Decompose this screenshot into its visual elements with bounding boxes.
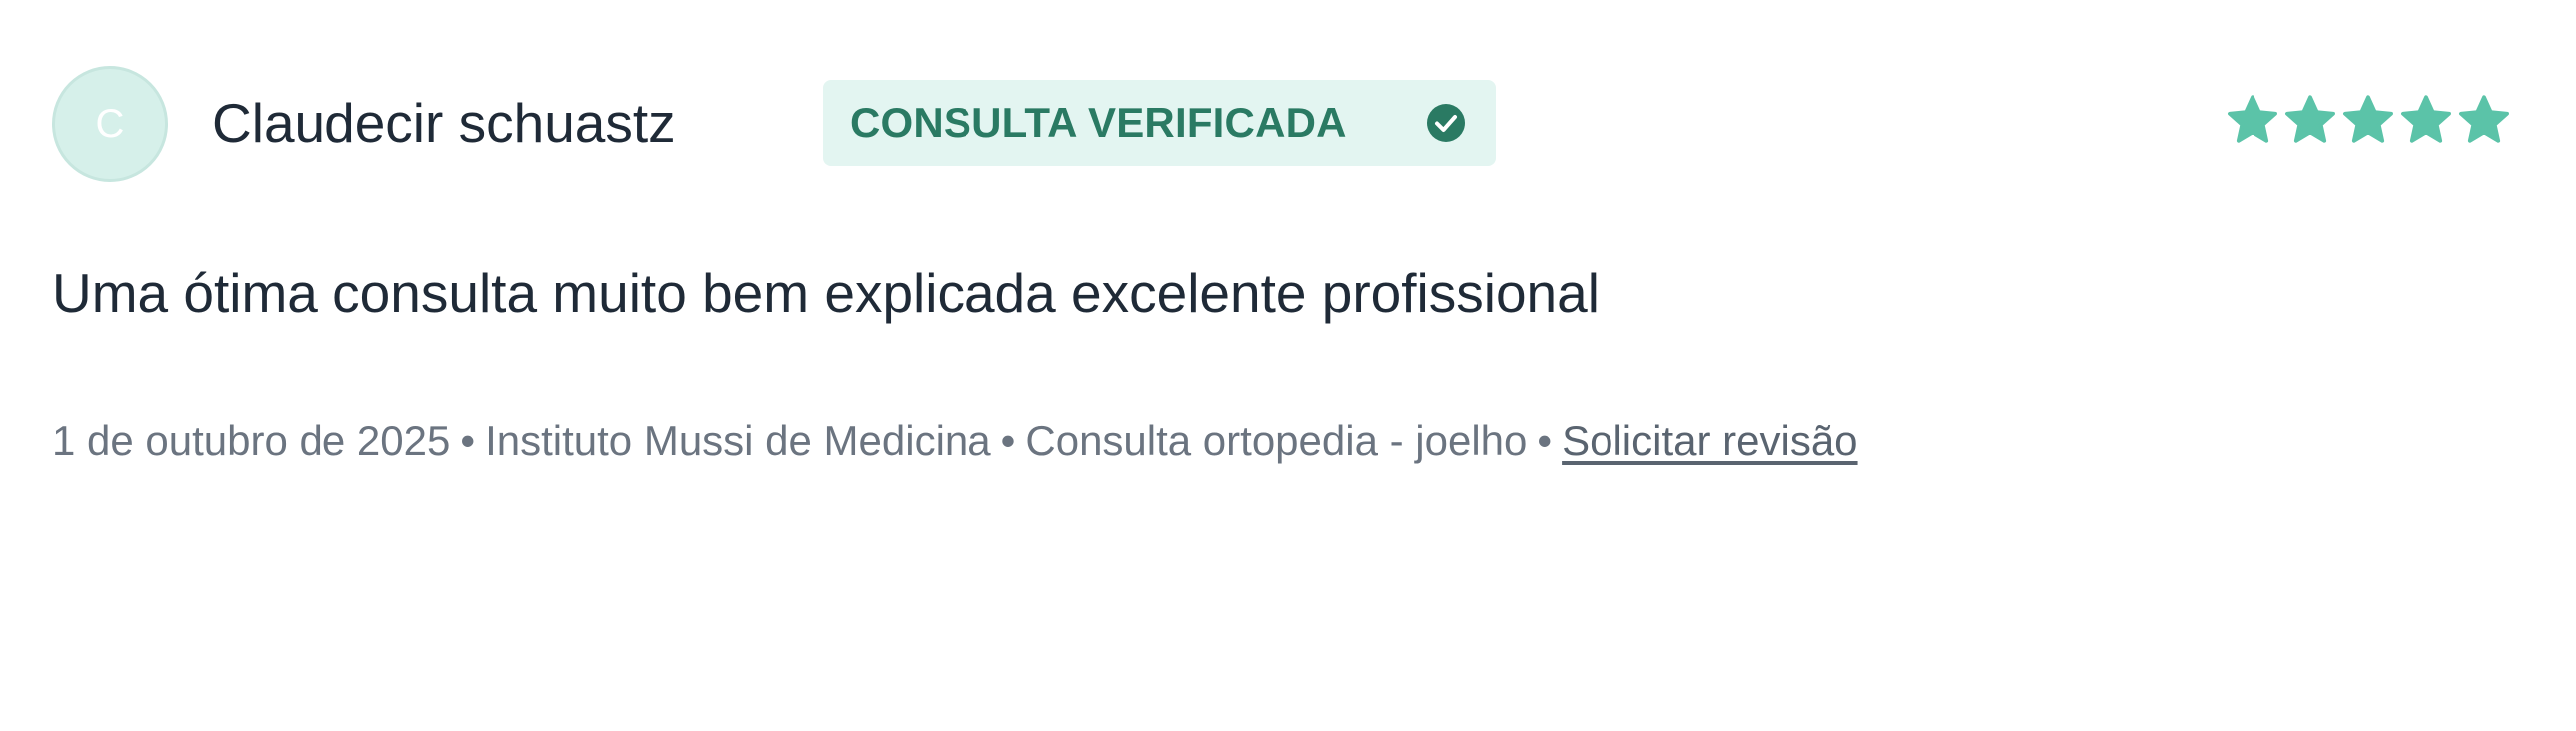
request-review-link[interactable]: Solicitar revisão	[1562, 417, 1857, 464]
review-card: C Claudecir schuastz CONSULTA VERIFICADA…	[0, 0, 2576, 731]
star-icon	[2228, 95, 2277, 143]
review-date: 1 de outubro de 2025	[52, 417, 451, 464]
clinic-name: Instituto Mussi de Medicina	[485, 417, 991, 464]
service-name: Consulta ortopedia - joelho	[1025, 417, 1528, 464]
review-text: Uma ótima consulta muito bem explicada e…	[52, 262, 1600, 324]
verified-badge-label: CONSULTA VERIFICADA	[850, 99, 1347, 146]
meta-separator: •	[1537, 417, 1553, 464]
meta-separator: •	[1000, 417, 1016, 464]
star-icon	[2285, 95, 2335, 143]
star-icon	[2459, 95, 2509, 143]
avatar: C	[52, 66, 168, 182]
check-circle-icon	[1427, 104, 1465, 142]
verified-badge: CONSULTA VERIFICADA	[823, 80, 1496, 166]
star-icon	[2401, 95, 2451, 143]
review-meta: 1 de outubro de 2025 • Instituto Mussi de …	[52, 413, 1858, 469]
author-name: Claudecir schuastz	[212, 92, 676, 154]
star-icon	[2343, 95, 2393, 143]
star-rating	[2225, 93, 2512, 149]
meta-separator: •	[460, 417, 476, 464]
